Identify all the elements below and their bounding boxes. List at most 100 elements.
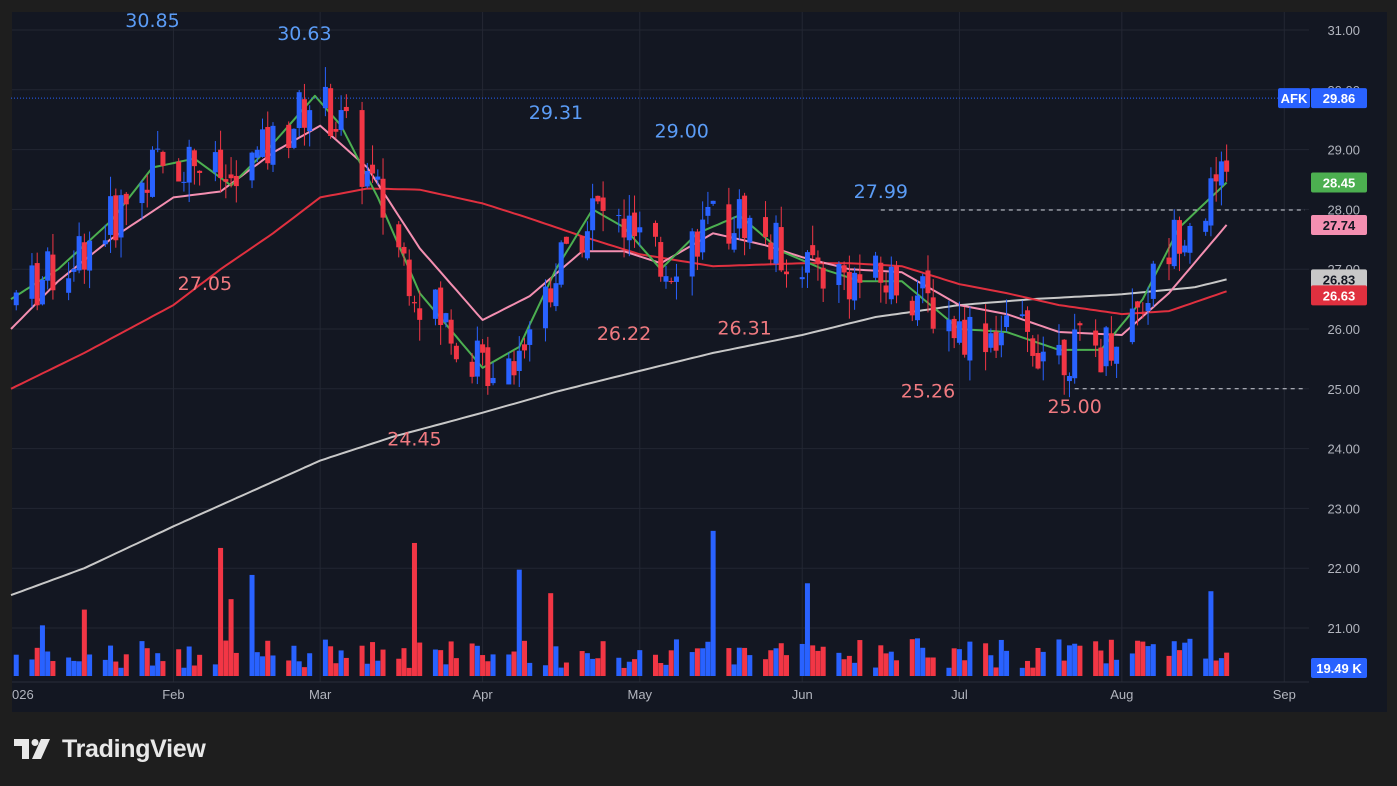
candle-body — [799, 277, 805, 280]
volume-bar — [951, 648, 957, 676]
volume-bar — [322, 639, 328, 676]
candle-body — [658, 242, 664, 277]
volume-bar — [1208, 591, 1214, 676]
candle-body — [144, 189, 150, 193]
candle-body — [815, 257, 821, 263]
volume-bar — [50, 661, 56, 676]
candle-body — [322, 86, 328, 109]
volume-bar — [34, 647, 40, 676]
candle-body — [1171, 219, 1177, 267]
candle-body — [914, 295, 920, 321]
volume-bar — [815, 650, 821, 676]
volume-bar — [920, 647, 926, 676]
volume-bar — [343, 657, 349, 676]
volume-bar — [1056, 639, 1062, 676]
candle-body — [1145, 303, 1151, 311]
candle-body — [197, 170, 203, 173]
candle-body — [1056, 344, 1062, 356]
volume-bar — [1004, 650, 1010, 676]
volume-bar — [993, 667, 999, 676]
candle-body — [820, 267, 826, 289]
candle-body — [307, 110, 313, 132]
candle-body — [778, 227, 784, 271]
candle-body — [417, 308, 423, 320]
volume-bar — [474, 645, 480, 676]
volume-bar — [894, 660, 900, 676]
price-axis-background[interactable] — [1309, 12, 1387, 712]
candle-body — [956, 321, 962, 343]
volume-bar — [1176, 650, 1182, 676]
volume-bar — [432, 649, 438, 676]
candle-body — [1004, 315, 1010, 328]
candle-body — [1140, 312, 1146, 314]
candle-body — [1224, 160, 1230, 172]
volume-bar — [511, 651, 517, 676]
candle-body — [553, 283, 559, 307]
volume-bar — [778, 643, 784, 676]
volume-bar — [102, 659, 108, 676]
candle-body — [1025, 310, 1031, 332]
price-tag-text: 26.83 — [1323, 272, 1356, 287]
candle-body — [689, 231, 695, 277]
volume-bar — [527, 662, 533, 676]
volume-bar — [1066, 645, 1072, 676]
candle-body — [590, 198, 596, 231]
volume-bar — [401, 648, 407, 676]
price-tag-text: 19.49 K — [1316, 661, 1362, 676]
volume-bar — [265, 640, 271, 676]
volume-bar — [558, 667, 564, 676]
volume-bar — [359, 645, 365, 676]
candle-body — [50, 254, 56, 291]
volume-bar — [223, 640, 229, 676]
price-chart[interactable]: 30.85 30.63 27.05 29.31 29.00 24.45 26.22 26.31… — [0, 0, 1397, 786]
volume-bar — [616, 657, 622, 676]
volume-bar — [983, 643, 989, 676]
candle-body — [438, 287, 444, 326]
candle-body — [522, 344, 528, 351]
tradingview-logo[interactable]: TradingView — [14, 732, 206, 766]
volume-bar — [1203, 658, 1209, 676]
price-annotation: 24.45 — [387, 429, 441, 451]
candle-body — [595, 195, 601, 202]
candle-body — [333, 129, 339, 132]
volume-bar — [873, 667, 879, 676]
candle-body — [1213, 174, 1219, 182]
candle-body — [1098, 347, 1104, 373]
candle-body — [747, 217, 753, 243]
price-annotation: 29.31 — [529, 102, 583, 124]
volume-bar — [1093, 641, 1099, 676]
volume-bar — [212, 664, 218, 676]
candle-body — [359, 110, 365, 187]
candle-body — [490, 377, 496, 384]
volume-bar — [328, 646, 334, 676]
candle-body — [668, 280, 674, 283]
volume-bar — [1077, 645, 1083, 676]
candle-body — [149, 149, 155, 197]
volume-bar — [705, 641, 711, 676]
price-annotation: 30.85 — [125, 10, 179, 32]
price-tag-text: 29.86 — [1323, 91, 1356, 106]
volume-bar — [260, 656, 266, 676]
volume-bar — [1224, 652, 1230, 676]
volume-bar — [632, 659, 638, 676]
volume-bar — [542, 665, 548, 676]
price-annotation: 26.22 — [597, 323, 651, 345]
price-axis-tick: 25.00 — [1327, 382, 1360, 397]
volume-bar — [768, 650, 774, 676]
time-axis-tick: 026 — [12, 687, 34, 702]
volume-bar — [1218, 658, 1224, 676]
volume-bar — [380, 649, 386, 676]
volume-bar — [1103, 663, 1109, 676]
candle-body — [920, 276, 926, 289]
candle-body — [139, 182, 145, 204]
volume-bar — [438, 650, 444, 676]
tradingview-logo-icon — [14, 739, 50, 759]
candle-body — [1077, 323, 1083, 326]
volume-bar — [878, 645, 884, 676]
price-annotation: 30.63 — [277, 23, 331, 45]
volume-bar — [548, 593, 554, 676]
volume-bar — [799, 643, 805, 676]
time-axis-tick: May — [627, 687, 652, 702]
candle-body — [1093, 330, 1099, 346]
volume-bar — [333, 663, 339, 676]
